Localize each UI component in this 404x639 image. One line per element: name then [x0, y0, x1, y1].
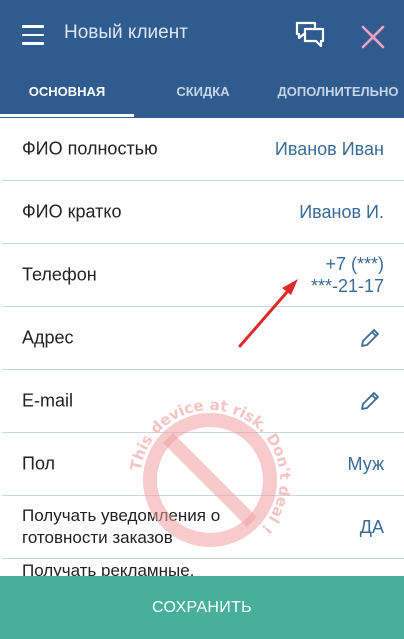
- field-label: ФИО полностью: [22, 138, 158, 159]
- field-phone[interactable]: Телефон +7 (***) ***-21-17: [2, 244, 404, 307]
- menu-icon[interactable]: [22, 25, 44, 45]
- field-label: E-mail: [22, 390, 74, 411]
- field-value: Иванов Иван: [274, 139, 384, 159]
- field-address[interactable]: Адрес: [2, 307, 404, 370]
- tab-additional[interactable]: ДОПОЛНИТЕЛЬНО: [272, 66, 404, 118]
- app-bar: Новый клиент: [0, 0, 404, 66]
- field-full-name[interactable]: ФИО полностью Иванов Иван: [2, 118, 404, 181]
- active-tab-indicator: [0, 114, 134, 117]
- field-ads[interactable]: Получать рекламные,: [2, 559, 404, 576]
- field-email[interactable]: E-mail: [2, 370, 404, 433]
- phone-line-2: ***-21-17: [310, 276, 384, 296]
- tab-discount[interactable]: СКИДКА: [134, 66, 272, 118]
- chat-icon[interactable]: [293, 20, 327, 50]
- field-value: ДА: [359, 517, 384, 537]
- tab-bar: ОСНОВНАЯ СКИДКА ДОПОЛНИТЕЛЬНО: [0, 66, 404, 118]
- pencil-icon[interactable]: [358, 389, 382, 413]
- field-label: Адрес: [22, 327, 74, 348]
- tab-main[interactable]: ОСНОВНАЯ: [0, 66, 134, 118]
- field-value: Иванов И.: [299, 202, 384, 222]
- form-list: ФИО полностью Иванов Иван ФИО кратко Ива…: [0, 118, 404, 576]
- field-label: ФИО кратко: [22, 201, 122, 222]
- field-gender[interactable]: Пол Муж: [2, 433, 404, 496]
- save-button[interactable]: СОХРАНИТЬ: [0, 576, 404, 639]
- label-line-1: Получать уведомления о: [22, 506, 221, 525]
- field-label: Получать уведомления о готовности заказо…: [22, 505, 220, 549]
- field-short-name[interactable]: ФИО кратко Иванов И.: [2, 181, 404, 244]
- close-icon[interactable]: [360, 24, 386, 50]
- page-title: Новый клиент: [64, 22, 188, 43]
- field-value: Муж: [347, 454, 384, 474]
- label-line-2: готовности заказов: [22, 528, 173, 547]
- field-label: Пол: [22, 453, 56, 474]
- phone-value: +7 (***) ***-21-17: [311, 253, 384, 297]
- field-order-notifications[interactable]: Получать уведомления о готовности заказо…: [2, 496, 404, 559]
- field-label: Получать рекламные,: [22, 561, 195, 576]
- pencil-icon[interactable]: [358, 326, 382, 350]
- field-label: Телефон: [22, 264, 97, 285]
- phone-line-1: +7 (***): [325, 254, 384, 274]
